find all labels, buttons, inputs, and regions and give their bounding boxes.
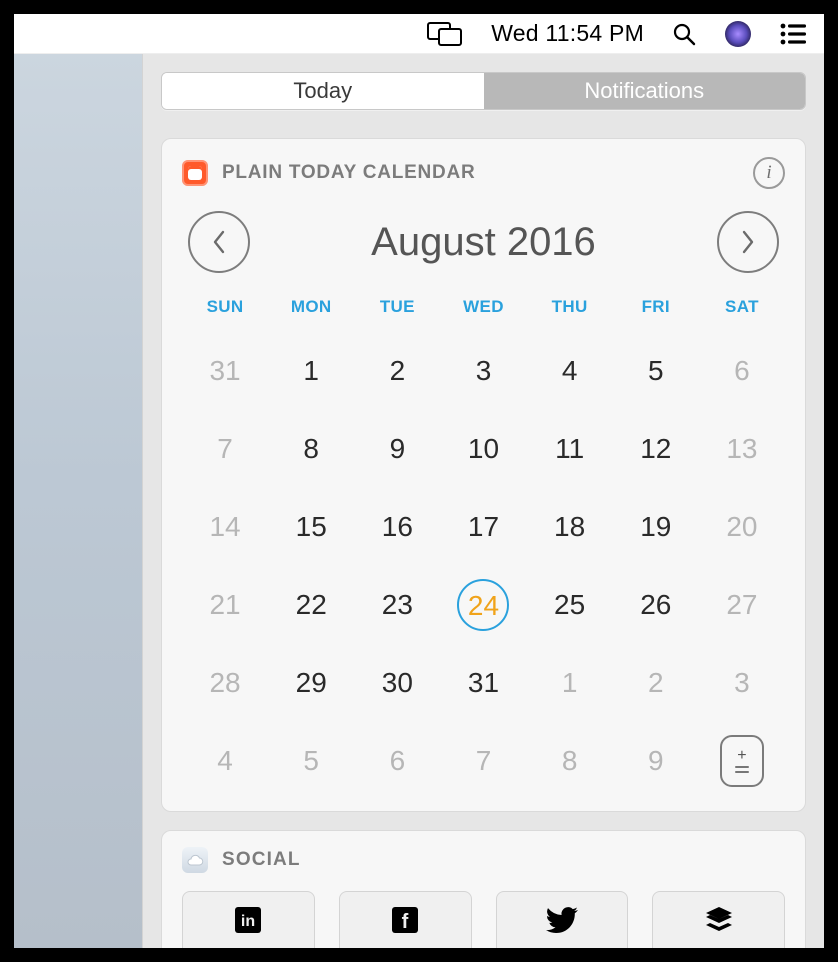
calendar-day[interactable]: 16 <box>354 503 440 551</box>
dow-header: THU <box>527 297 613 317</box>
tab-today[interactable]: Today <box>162 73 484 109</box>
calendar-day[interactable]: 9 <box>354 425 440 473</box>
calendar-day[interactable]: 22 <box>268 581 354 629</box>
calendar-day[interactable]: 31 <box>182 347 268 395</box>
calendar-day[interactable]: 30 <box>354 659 440 707</box>
calendar-day[interactable]: 5 <box>268 737 354 785</box>
desktop-wallpaper <box>14 14 144 948</box>
plain-today-calendar-widget: PLAIN TODAY CALENDAR i August 2016 SUNMO… <box>161 138 806 812</box>
calendar-day[interactable]: 26 <box>613 581 699 629</box>
add-event-button[interactable]: + <box>699 737 785 785</box>
widget-info-button[interactable]: i <box>753 157 785 189</box>
social-facebook-button[interactable]: f <box>339 891 472 948</box>
calendar-day[interactable]: 8 <box>527 737 613 785</box>
calendar-day[interactable]: 18 <box>527 503 613 551</box>
menubar: Wed 11:54 PM <box>14 14 824 54</box>
calendar-day[interactable]: 20 <box>699 503 785 551</box>
month-title: August 2016 <box>371 220 596 265</box>
calendar-day[interactable]: 6 <box>699 347 785 395</box>
social-twitter-button[interactable] <box>496 891 629 948</box>
social-widget: SOCIAL in f <box>161 830 806 948</box>
calendar-day[interactable]: 4 <box>527 347 613 395</box>
calendar-day[interactable]: 2 <box>613 659 699 707</box>
calendar-day[interactable]: 13 <box>699 425 785 473</box>
calendar-day[interactable]: 28 <box>182 659 268 707</box>
screen-mirroring-icon[interactable] <box>427 22 463 46</box>
calendar-app-icon <box>182 160 208 186</box>
calendar-day[interactable]: 4 <box>182 737 268 785</box>
calendar-day[interactable]: 7 <box>182 425 268 473</box>
calendar-day[interactable]: 7 <box>440 737 526 785</box>
svg-text:f: f <box>402 911 409 933</box>
calendar-day[interactable]: 3 <box>699 659 785 707</box>
svg-text:in: in <box>241 913 255 930</box>
notification-center-panel: Today Notifications PLAIN TODAY CALENDAR… <box>142 54 824 948</box>
dow-header: MON <box>268 297 354 317</box>
calendar-day[interactable]: 6 <box>354 737 440 785</box>
next-month-button[interactable] <box>717 211 779 273</box>
widget-title: SOCIAL <box>222 849 301 871</box>
calendar-day[interactable]: 8 <box>268 425 354 473</box>
tab-notifications[interactable]: Notifications <box>484 73 806 109</box>
calendar-grid: SUNMONTUEWEDTHUFRISAT3112345678910111213… <box>182 297 785 785</box>
calendar-day[interactable]: 14 <box>182 503 268 551</box>
calendar-day[interactable]: 1 <box>268 347 354 395</box>
widget-title: PLAIN TODAY CALENDAR <box>222 162 475 184</box>
dow-header: SAT <box>699 297 785 317</box>
siri-icon[interactable] <box>724 20 752 48</box>
calendar-day[interactable]: 1 <box>527 659 613 707</box>
cloud-icon <box>182 847 208 873</box>
today-notifications-tabs: Today Notifications <box>161 72 806 110</box>
calendar-day[interactable]: 5 <box>613 347 699 395</box>
calendar-day[interactable]: 9 <box>613 737 699 785</box>
calendar-day[interactable]: 2 <box>354 347 440 395</box>
dow-header: TUE <box>354 297 440 317</box>
calendar-day[interactable]: 29 <box>268 659 354 707</box>
calendar-day[interactable]: 31 <box>440 659 526 707</box>
calendar-day[interactable]: 3 <box>440 347 526 395</box>
calendar-day[interactable]: 21 <box>182 581 268 629</box>
dow-header: SUN <box>182 297 268 317</box>
social-linkedin-button[interactable]: in <box>182 891 315 948</box>
calendar-day[interactable]: 11 <box>527 425 613 473</box>
spotlight-icon[interactable] <box>672 22 696 46</box>
notification-center-icon[interactable] <box>780 23 806 45</box>
calendar-day[interactable]: 23 <box>354 581 440 629</box>
calendar-day-today[interactable]: 24 <box>440 581 526 629</box>
calendar-day[interactable]: 12 <box>613 425 699 473</box>
calendar-day[interactable]: 19 <box>613 503 699 551</box>
calendar-day[interactable]: 25 <box>527 581 613 629</box>
dow-header: WED <box>440 297 526 317</box>
calendar-day[interactable]: 17 <box>440 503 526 551</box>
calendar-day[interactable]: 10 <box>440 425 526 473</box>
menubar-clock[interactable]: Wed 11:54 PM <box>491 20 644 47</box>
previous-month-button[interactable] <box>188 211 250 273</box>
social-buffer-button[interactable] <box>652 891 785 948</box>
calendar-day[interactable]: 27 <box>699 581 785 629</box>
calendar-day[interactable]: 15 <box>268 503 354 551</box>
dow-header: FRI <box>613 297 699 317</box>
